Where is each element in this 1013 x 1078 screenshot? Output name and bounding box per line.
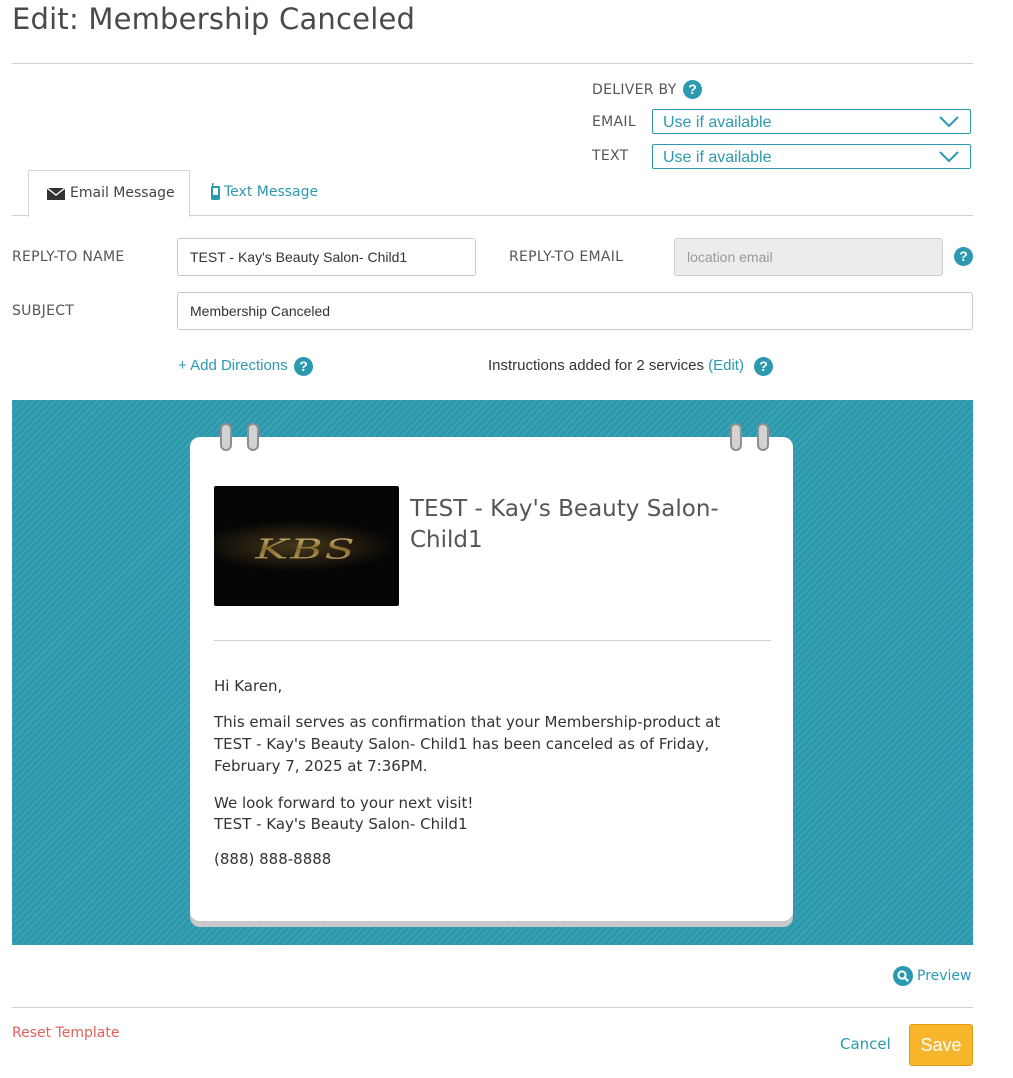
deliver-text-select[interactable]: Use if available <box>652 144 971 169</box>
deliver-text-label: TEXT <box>592 148 629 164</box>
edit-instructions-link[interactable]: (Edit) <box>708 357 744 374</box>
deliver-text-value: Use if available <box>663 149 772 166</box>
card-business-name: TEST - Kay's Beauty Salon- Child1 <box>410 496 719 553</box>
help-icon[interactable]: ? <box>754 357 773 376</box>
deliver-by-label: DELIVER BY <box>592 82 677 98</box>
email-body: This email serves as confirmation that y… <box>214 713 721 775</box>
tab-text-label: Text Message <box>224 184 319 200</box>
save-button[interactable]: Save <box>909 1024 973 1066</box>
help-icon[interactable]: ? <box>954 247 973 266</box>
deliver-email-label: EMAIL <box>592 114 636 130</box>
binder-ring-icon <box>730 423 742 451</box>
chevron-down-icon <box>939 151 959 163</box>
footer-divider <box>12 1007 973 1008</box>
add-directions-link[interactable]: + Add Directions <box>178 357 288 374</box>
binder-ring-icon <box>247 423 259 451</box>
instructions-text: Instructions added for 2 services <box>488 357 704 374</box>
subject-input[interactable]: Membership Canceled <box>177 292 973 330</box>
envelope-icon <box>47 188 65 200</box>
email-greeting: Hi Karen, <box>214 677 283 695</box>
title-divider <box>12 63 973 64</box>
reply-to-email-label: REPLY-TO EMAIL <box>509 249 624 265</box>
help-icon[interactable]: ? <box>294 357 313 376</box>
email-closing-line: We look forward to your next visit! <box>214 794 474 812</box>
subject-label: SUBJECT <box>12 303 75 319</box>
card-divider <box>214 640 771 641</box>
reset-template-link[interactable]: Reset Template <box>12 1025 119 1041</box>
page-title: Edit: Membership Canceled <box>12 2 416 36</box>
business-logo: KBS <box>214 486 399 606</box>
reply-to-name-input[interactable]: TEST - Kay's Beauty Salon- Child1 <box>177 238 476 276</box>
mobile-phone-icon <box>211 183 220 200</box>
email-signature: TEST - Kay's Beauty Salon- Child1 <box>214 815 468 833</box>
instructions-info: Instructions added for 2 services (Edit) <box>488 357 744 374</box>
search-icon <box>893 966 913 986</box>
deliver-email-value: Use if available <box>663 114 772 131</box>
logo-text: KBS <box>254 533 357 565</box>
cancel-button[interactable]: Cancel <box>840 1035 891 1053</box>
preview-label: Preview <box>917 968 972 984</box>
binder-ring-icon <box>220 423 232 451</box>
email-phone: (888) 888-8888 <box>214 850 332 868</box>
binder-ring-icon <box>757 423 769 451</box>
deliver-email-select[interactable]: Use if available <box>652 109 971 134</box>
tab-email-label: Email Message <box>70 185 175 201</box>
reply-to-name-label: REPLY-TO NAME <box>12 249 125 265</box>
chevron-down-icon <box>939 116 959 128</box>
tab-email-message[interactable]: Email Message <box>28 170 190 217</box>
help-icon[interactable]: ? <box>683 80 702 99</box>
reply-to-email-input: location email <box>674 238 943 276</box>
